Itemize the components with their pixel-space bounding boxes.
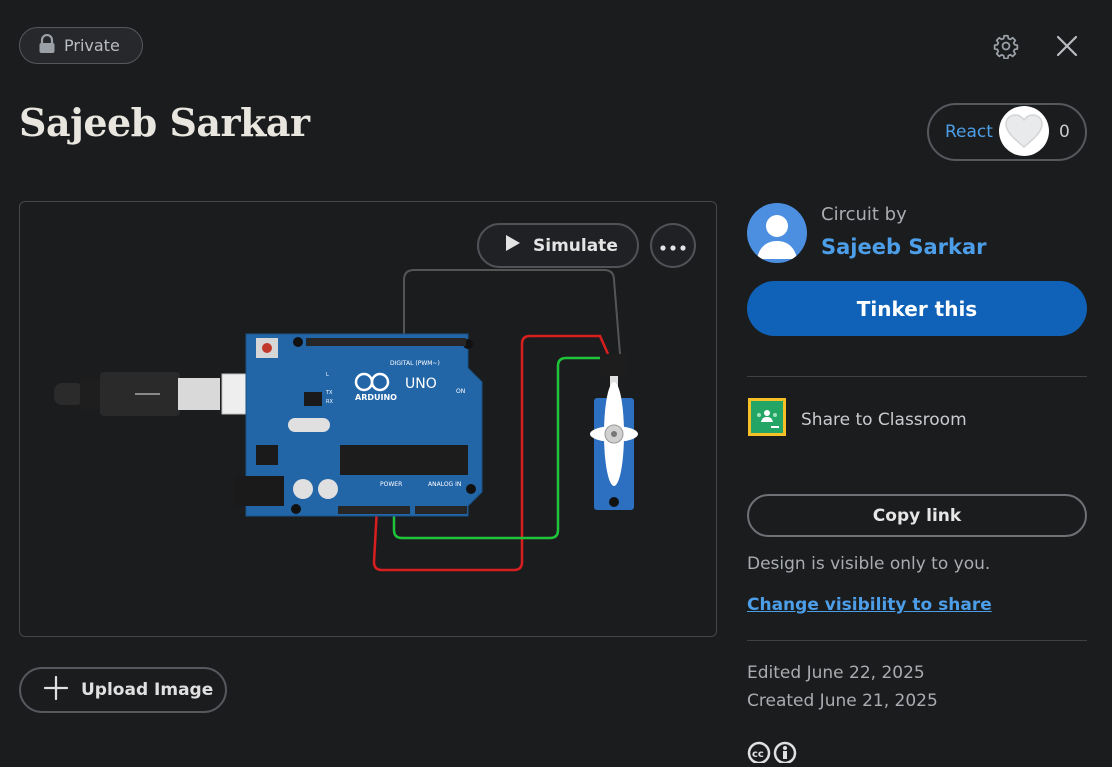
react-label: React <box>945 122 993 142</box>
plus-icon <box>43 675 69 706</box>
google-classroom-icon <box>747 397 787 442</box>
gear-icon[interactable] <box>991 31 1021 61</box>
tinker-button[interactable]: Tinker this <box>747 281 1087 336</box>
board-model: UNO <box>405 376 437 392</box>
more-icon <box>660 236 686 255</box>
circuit-preview[interactable]: UNO ARDUINO DIGITAL (PWM~) POWER ANALOG … <box>19 201 717 637</box>
board-analog-label: ANALOG IN <box>428 481 461 488</box>
upload-image-button[interactable]: Upload Image <box>19 667 227 713</box>
page-title: Sajeeb Sarkar <box>19 100 310 145</box>
change-visibility-link[interactable]: Change visibility to share <box>747 595 992 615</box>
board-rx-label: RX <box>326 399 333 405</box>
board-brand: ARDUINO <box>355 393 397 402</box>
simulate-label: Simulate <box>533 235 618 256</box>
visibility-label: Private <box>64 36 120 55</box>
close-icon[interactable] <box>1052 31 1082 61</box>
divider <box>747 640 1087 641</box>
servo-motor <box>590 354 638 510</box>
avatar[interactable] <box>747 203 807 263</box>
board-l-label: L <box>326 372 329 378</box>
divider <box>747 376 1087 377</box>
board-tx-label: TX <box>325 390 333 396</box>
share-classroom-label: Share to Classroom <box>801 409 967 430</box>
edited-date: Edited June 22, 2025 <box>747 663 925 683</box>
visibility-badge[interactable]: Private <box>19 27 143 64</box>
lock-icon <box>38 33 56 58</box>
author-link[interactable]: Sajeeb Sarkar <box>821 235 986 259</box>
board-power-label: POWER <box>380 481 402 488</box>
visibility-note: Design is visible only to you. <box>747 554 991 574</box>
react-button[interactable]: React 0 <box>927 103 1087 161</box>
share-classroom-button[interactable]: Share to Classroom <box>747 397 967 442</box>
circuit-by-label: Circuit by <box>821 204 907 225</box>
play-icon <box>505 234 521 257</box>
more-options-button[interactable] <box>650 223 696 268</box>
board-on-label: ON <box>456 388 465 395</box>
created-date: Created June 21, 2025 <box>747 691 938 711</box>
board-digital-label: DIGITAL (PWM~) <box>390 360 440 367</box>
svg-text:cc: cc <box>752 749 764 760</box>
copy-link-button[interactable]: Copy link <box>747 494 1087 537</box>
heart-icon[interactable] <box>999 106 1049 156</box>
react-count: 0 <box>1059 122 1070 142</box>
simulate-button[interactable]: Simulate <box>477 223 639 268</box>
user-icon <box>757 215 797 259</box>
creative-commons-icon: cc <box>747 741 801 767</box>
arduino-board: UNO ARDUINO DIGITAL (PWM~) POWER ANALOG … <box>234 333 483 517</box>
upload-label: Upload Image <box>81 680 214 700</box>
